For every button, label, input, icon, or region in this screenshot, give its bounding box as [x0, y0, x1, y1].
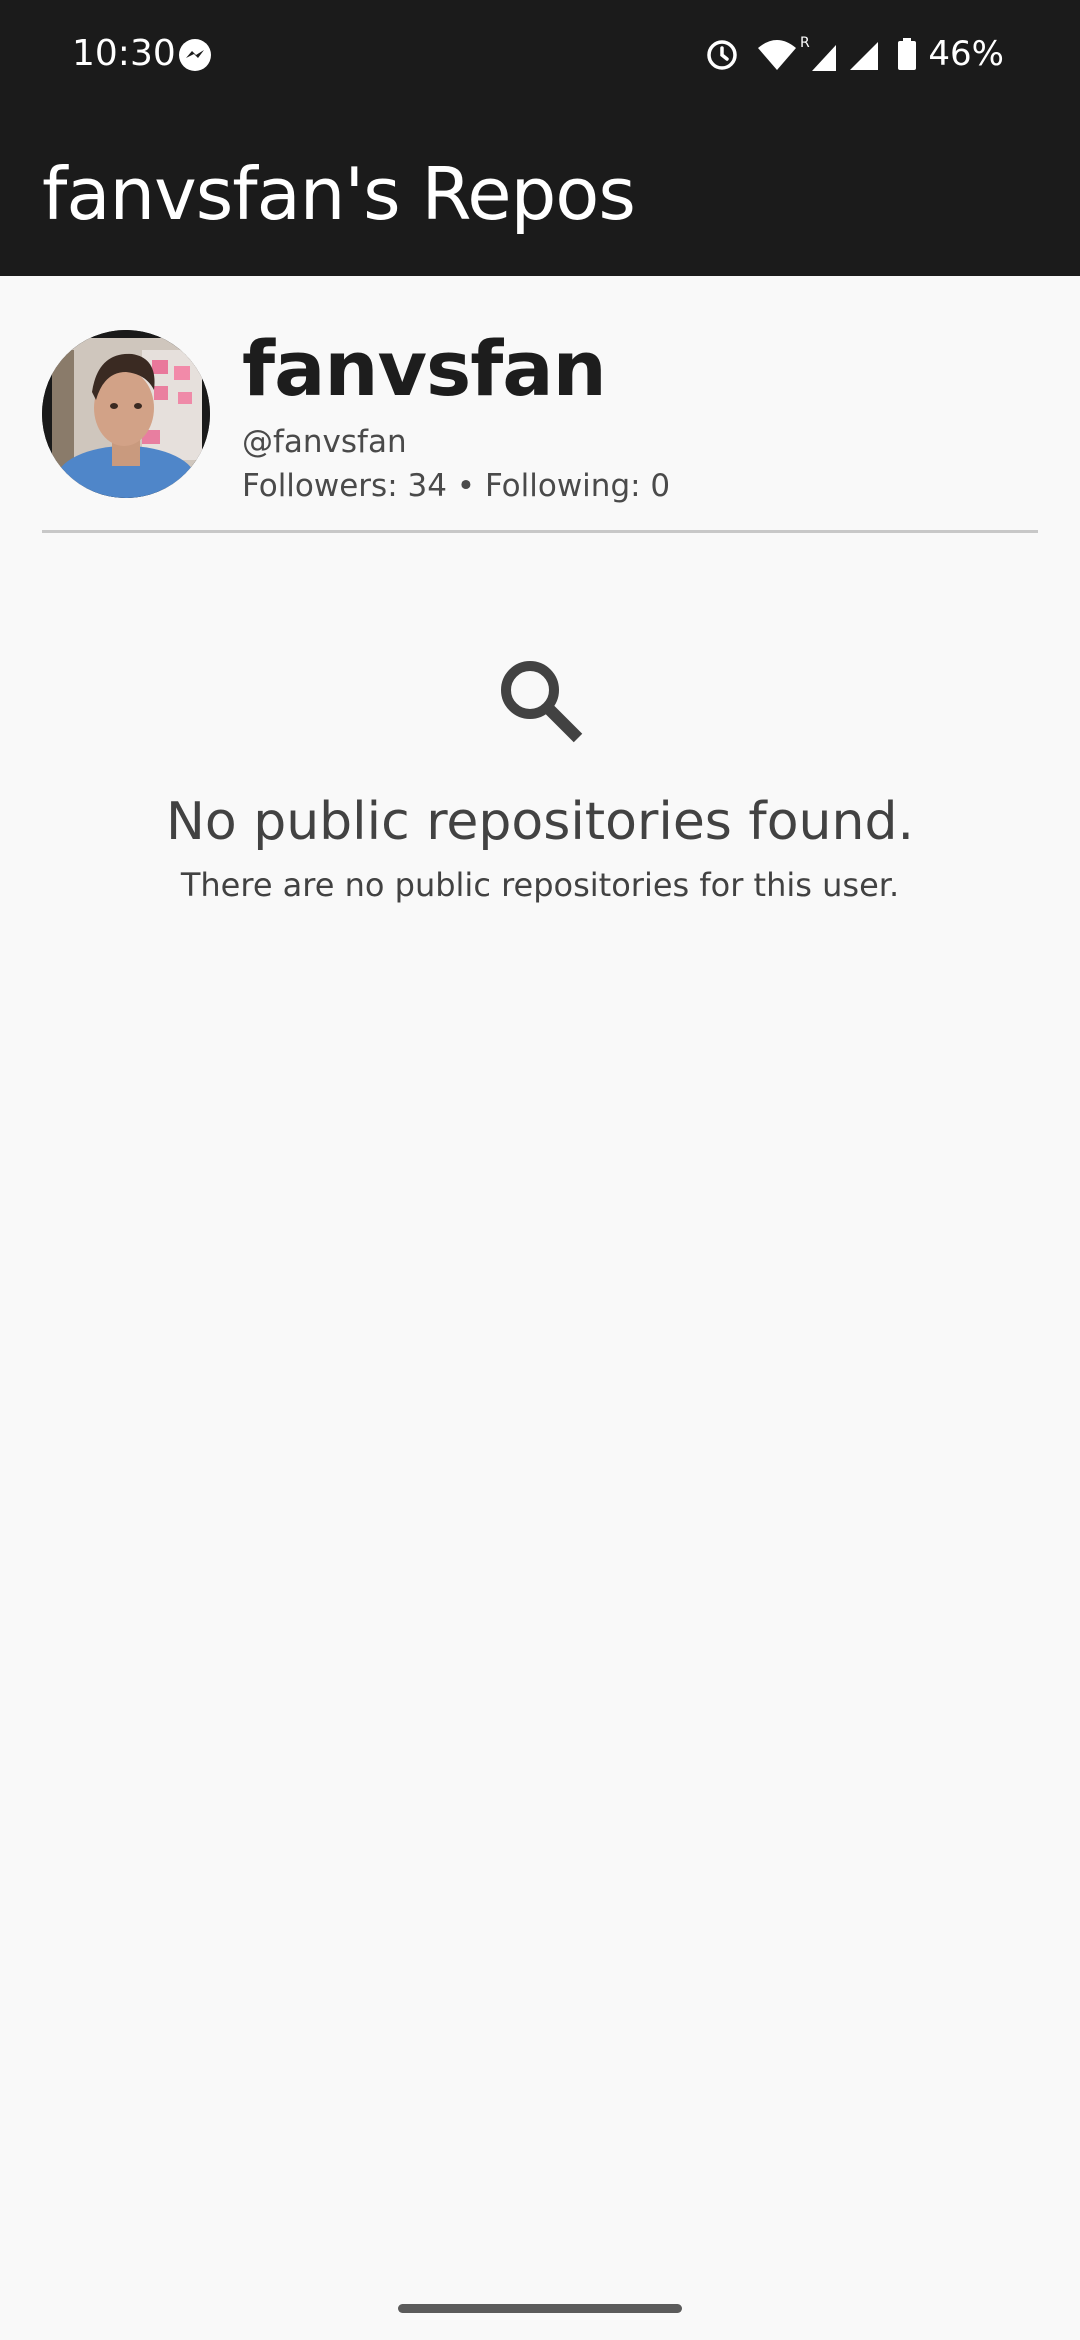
- profile-stats: Followers: 34 • Following: 0: [242, 468, 671, 504]
- signal-r-icon: R: [800, 35, 837, 71]
- wifi-icon: [758, 40, 797, 70]
- app-bar: fanvsfan's Repos: [0, 108, 1080, 276]
- status-icons: R 46%: [704, 30, 1004, 78]
- gesture-nav-bar[interactable]: [398, 2304, 682, 2313]
- empty-state: No public repositories found. There are …: [0, 650, 1080, 906]
- profile-header: fanvsfan @fanvsfan Followers: 34 • Follo…: [42, 324, 1038, 530]
- divider: [42, 530, 1038, 533]
- page-title: fanvsfan's Repos: [42, 152, 636, 236]
- profile-name: fanvsfan: [242, 324, 607, 413]
- status-bar: 10:30 R 46%: [0, 0, 1080, 108]
- profile-handle: @fanvsfan: [242, 424, 407, 460]
- avatar[interactable]: [42, 330, 210, 498]
- empty-state-title: No public repositories found.: [165, 792, 915, 852]
- alarm-icon: [707, 40, 738, 70]
- svg-text:R: R: [800, 35, 810, 51]
- empty-state-subtitle: There are no public repositories for thi…: [180, 866, 900, 904]
- messenger-icon: [179, 39, 211, 71]
- signal-icon: [850, 42, 879, 70]
- status-time: 10:30: [72, 33, 176, 74]
- search-icon: [501, 661, 583, 743]
- avatar-image: [42, 330, 210, 498]
- battery-icon: [898, 38, 917, 70]
- battery-percent: 46%: [928, 34, 1004, 74]
